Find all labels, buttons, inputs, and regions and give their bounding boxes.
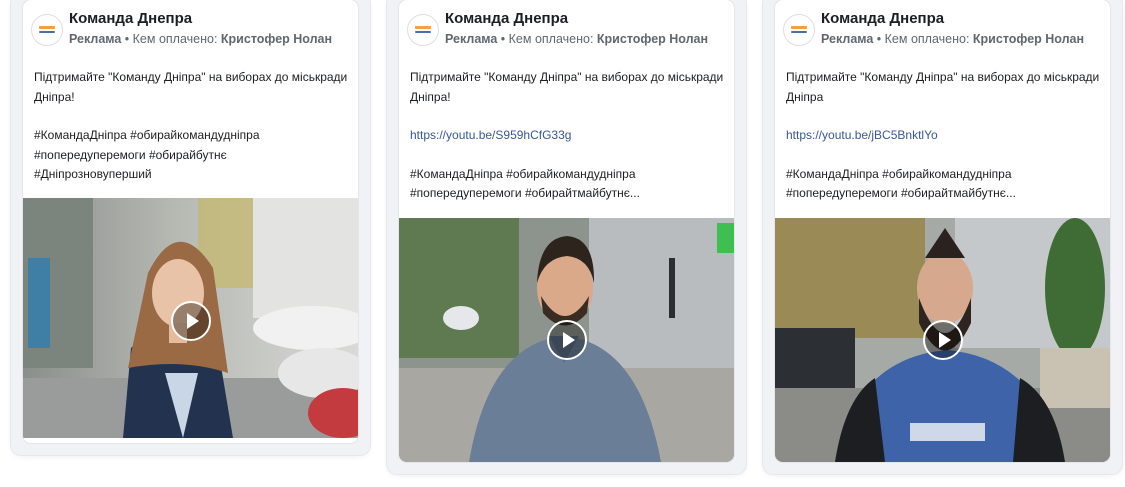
post-text: Підтримайте "Команду Дніпра" на виборах … [786,68,1100,204]
ad-label: Реклама [69,32,122,46]
ad-label: Реклама [821,32,874,46]
page-logo-icon[interactable] [31,14,63,46]
paid-by-name: Кристофер Нолан [220,32,333,46]
page-name-link[interactable]: Команда Днепра [821,10,944,27]
post-header: Команда Днепра Реклама • Кем оплачено: К… [407,10,728,54]
sponsored-meta: Реклама • Кем оплачено: Кристофер Нолан [69,32,332,46]
hashtags-line[interactable]: #попередуперемоги #обирайтмайбутнє... [786,184,1100,204]
page-logo-icon[interactable] [783,14,815,46]
hashtags-line[interactable]: #КомандаДніпра #обирайкомандудніпра [34,126,348,146]
post-text-line: Дніпра! [410,89,451,104]
hashtags-line[interactable]: #попередуперемоги #обирайтмайбутнє... [410,184,724,204]
hashtags-line[interactable]: #Дніпрозновуперший [34,165,348,185]
paid-by-name: Кристофер Нолан [596,32,709,46]
post-text-line: Дніпра [786,89,824,104]
page-name-link[interactable]: Команда Днепра [445,10,568,27]
page-logo-icon[interactable] [407,14,439,46]
post-text-line: Підтримайте "Команду Дніпра" на виборах … [34,70,348,84]
ad-card-1: Команда Днепра Реклама • Кем оплачено: К… [11,0,370,455]
sponsored-meta: Реклама • Кем оплачено: Кристофер Нолан [821,32,1084,46]
post-text-line: Підтримайте "Команду Дніпра" на виборах … [786,70,1100,84]
youtube-link[interactable]: https://youtu.be/jBC5BnktlYo [786,126,1100,146]
hashtags-line[interactable]: #КомандаДніпра #обирайкомандудніпра [786,165,1100,185]
post-text: Підтримайте "Команду Дніпра" на виборах … [410,68,724,204]
sponsored-meta: Реклама • Кем оплачено: Кристофер Нолан [445,32,708,46]
ad-card-3: Команда Днепра Реклама • Кем оплачено: К… [763,0,1122,474]
ad-label: Реклама [445,32,498,46]
youtube-link[interactable]: https://youtu.be/S959hCfG33g [410,126,724,146]
hashtags-line[interactable]: #попередуперемоги #обирайбутнє [34,146,348,166]
hashtags-line[interactable]: #КомандаДніпра #обирайкомандудніпра [410,165,724,185]
paid-by-name: Кристофер Нолан [972,32,1085,46]
ad-card-2: Команда Днепра Реклама • Кем оплачено: К… [387,0,746,474]
paid-by-prefix: • Кем оплачено: [121,32,221,46]
post-header: Команда Днепра Реклама • Кем оплачено: К… [31,10,352,54]
post-text: Підтримайте "Команду Дніпра" на виборах … [34,68,348,185]
play-icon[interactable] [170,300,211,341]
play-icon[interactable] [922,320,963,360]
play-icon[interactable] [546,320,587,360]
post-header: Команда Днепра Реклама • Кем оплачено: К… [783,10,1104,54]
post-text-line: Дніпра! [34,89,75,104]
video-thumbnail[interactable] [775,218,1110,462]
ad-post-3[interactable]: Команда Днепра Реклама • Кем оплачено: К… [775,0,1110,462]
ad-post-2[interactable]: Команда Днепра Реклама • Кем оплачено: К… [399,0,734,462]
ad-post-1[interactable]: Команда Днепра Реклама • Кем оплачено: К… [23,0,358,443]
paid-by-prefix: • Кем оплачено: [497,32,597,46]
page-name-link[interactable]: Команда Днепра [69,10,192,27]
video-thumbnail[interactable] [23,198,358,443]
paid-by-prefix: • Кем оплачено: [873,32,973,46]
post-text-line: Підтримайте "Команду Дніпра" на виборах … [410,70,724,84]
video-thumbnail[interactable] [399,218,734,462]
